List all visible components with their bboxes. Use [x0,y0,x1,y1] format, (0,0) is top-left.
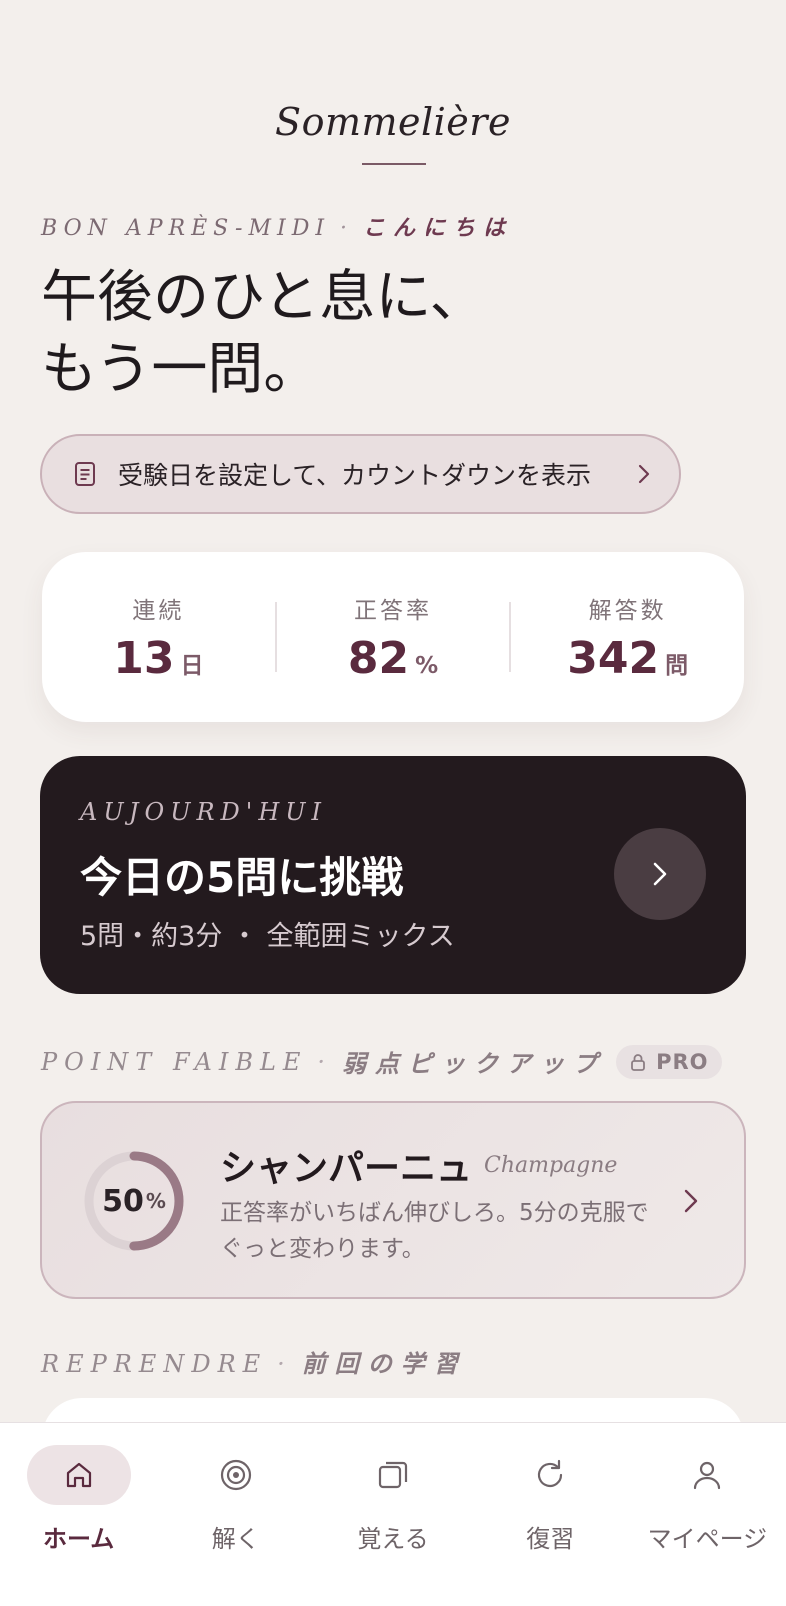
tab-label: ホーム [42,1525,115,1553]
stat-accuracy: 正答率 82% [277,591,510,684]
pro-badge-label: PRO [656,1049,709,1074]
start-challenge-button[interactable] [614,828,706,920]
stat-answered: 解答数 342 問 [511,591,744,684]
tab-icon-wrap [26,1445,131,1505]
weak-topic-name-fr: Champagne [484,1153,618,1178]
home-icon [66,1462,91,1488]
document-icon [75,462,95,486]
heading-separator: · [277,1350,292,1378]
accuracy-unit: % [145,1189,166,1213]
greeting-separator: · [340,216,354,241]
stat-value: 82 [347,632,410,684]
tab-icon-wrap [341,1445,445,1505]
tab-home[interactable]: ホーム [0,1423,157,1606]
tab-label: 解く [211,1525,260,1553]
set-exam-date-button[interactable]: 受験日を設定して、カウントダウンを表示 [40,434,681,514]
tab-label: 復習 [526,1525,575,1553]
stat-label: 解答数 [588,597,667,624]
refresh-icon [538,1459,563,1488]
tab-icon-wrap [184,1445,288,1505]
weak-point-card[interactable]: 50% シャンパーニュ Champagne 正答率がいちばん伸びしろ。5分の克服… [40,1101,746,1299]
greeting: BON APRÈS-MIDI · こんにちは [41,210,513,242]
brand-logo: Sommelière [275,100,511,144]
tab-mypage[interactable]: マイページ [629,1423,786,1606]
chevron-right-icon [638,464,650,484]
weak-point-heading: POINT FAIBLE · 弱点ピックアップ PRO [41,1044,723,1079]
chevron-right-icon [653,862,667,886]
lock-icon [631,1053,645,1071]
weak-topic-description: 正答率がいちばん伸びしろ。5分の克服でぐっと変わります。 [220,1200,649,1262]
target-icon [220,1459,251,1491]
stat-value: 13 [113,632,175,684]
heading-separator: · [317,1047,333,1076]
tab-memorize[interactable]: 覚える [314,1423,471,1606]
stat-unit: % [415,652,439,679]
resume-heading-jp: 前回の学習 [301,1349,467,1378]
headline-line-1: 午後のひと息に、 [41,265,486,330]
cards-icon [378,1461,408,1489]
stats-card: 連続 13 日 正答率 82% 解答数 342 問 [42,552,744,722]
brand-divider [362,163,426,165]
greeting-jp: こんにちは [363,215,514,241]
tab-icon-wrap [498,1445,602,1505]
tab-icon-wrap [655,1445,759,1505]
accuracy-percent: 50% [82,1149,186,1253]
stat-unit: 問 [665,652,689,679]
weak-point-heading-fr: POINT FAIBLE [41,1047,308,1076]
tab-solve[interactable]: 解く [157,1423,314,1606]
daily-challenge-card[interactable]: AUJOURD'HUI 今日の5問に挑戦 5問・約3分 ・ 全範囲ミックス [40,756,746,994]
weak-point-heading-jp: 弱点ピックアップ [342,1049,607,1078]
daily-challenge-subtitle: 5問・約3分 ・ 全範囲ミックス [80,921,455,952]
person-icon [694,1461,721,1490]
bottom-tab-bar: ホーム 解く 覚える 復習 マイページ [0,1422,786,1606]
set-exam-date-label: 受験日を設定して、カウントダウンを表示 [118,461,592,490]
tab-label: 覚える [357,1525,429,1553]
stat-label: 連続 [132,597,185,624]
page-headline: 午後のひと息に、 もう一問。 [41,262,486,406]
resume-heading-fr: REPRENDRE [41,1350,268,1378]
tab-label: マイページ [647,1525,768,1553]
stat-value: 342 [567,632,660,684]
home-screen: Sommelière BON APRÈS-MIDI · こんにちは 午後のひと息に、… [0,0,786,1606]
pro-badge: PRO [616,1044,723,1079]
accuracy-value: 50 [102,1183,144,1219]
headline-line-2: もう一問。 [41,337,320,402]
daily-challenge-eyebrow: AUJOURD'HUI [80,798,327,826]
stat-unit: 日 [180,652,204,679]
weak-topic-name: シャンパーニュ [220,1148,473,1189]
greeting-fr: BON APRÈS-MIDI [41,216,331,241]
tab-review[interactable]: 復習 [472,1423,629,1606]
resume-heading: REPRENDRE · 前回の学習 [41,1344,467,1379]
accuracy-ring: 50% [82,1149,186,1253]
stat-streak: 連続 13 日 [42,591,275,684]
chevron-right-icon [684,1189,698,1213]
stat-label: 正答率 [354,597,432,624]
daily-challenge-title: 今日の5問に挑戦 [80,853,404,902]
